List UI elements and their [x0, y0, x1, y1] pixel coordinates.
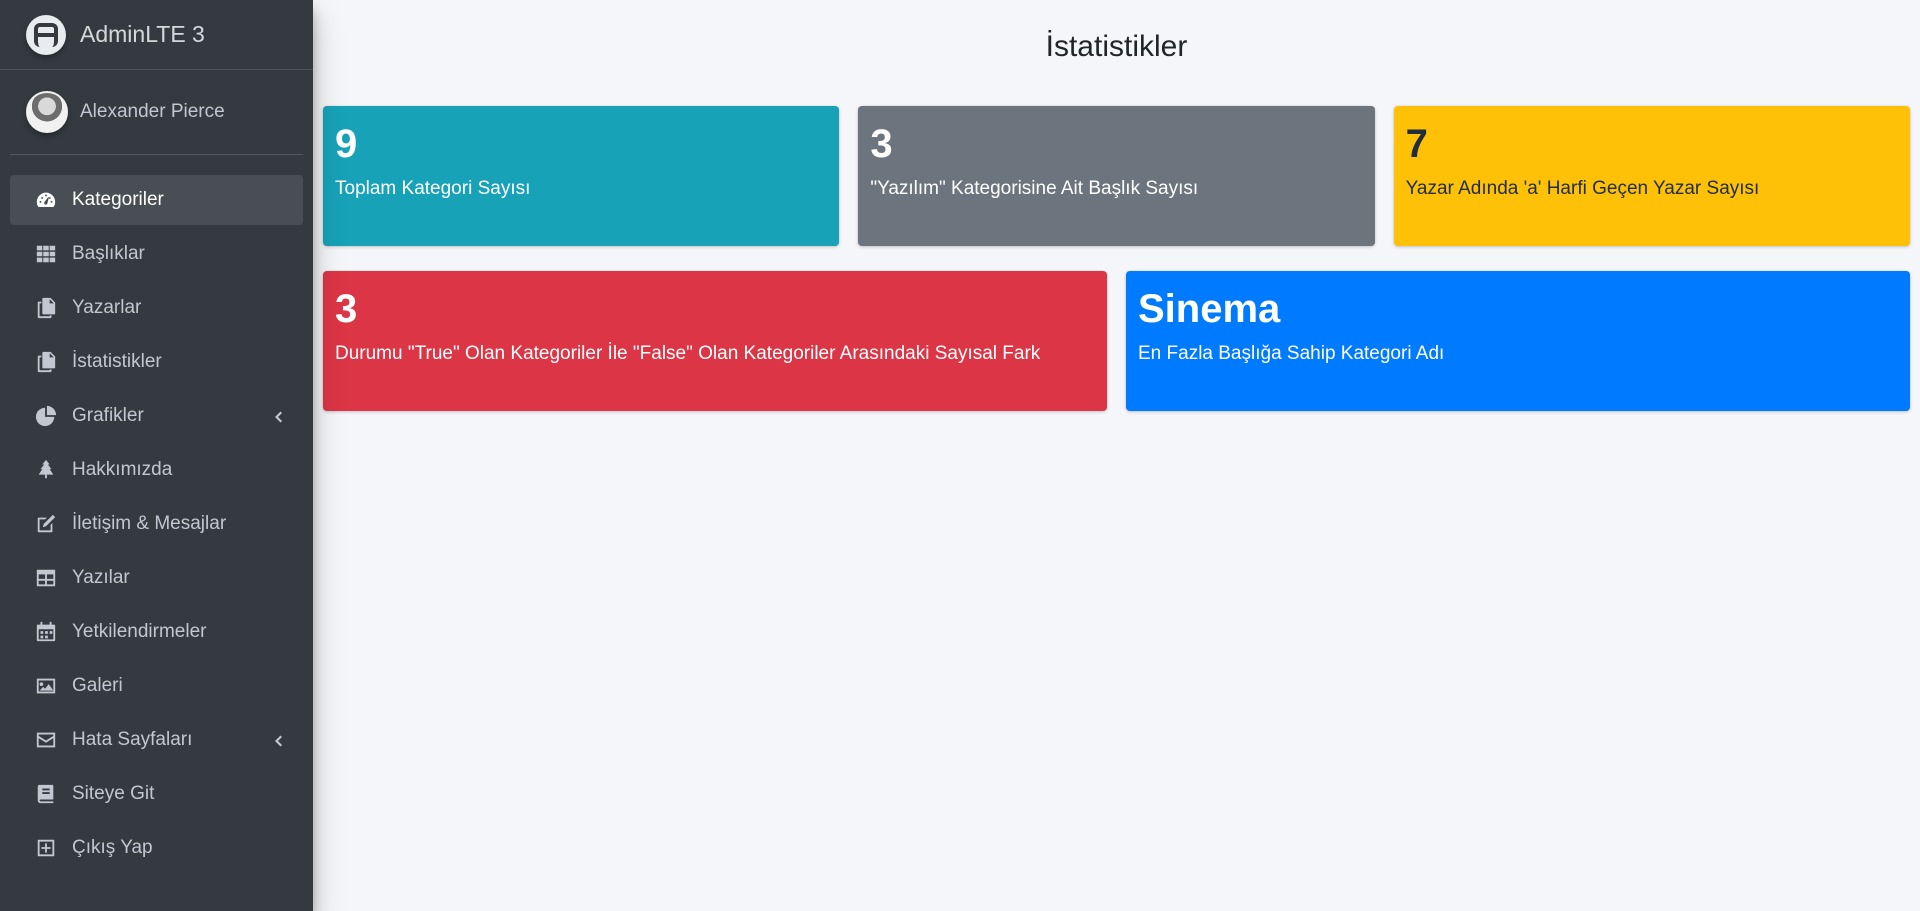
sidebar-item-label: Başlıklar: [72, 243, 145, 264]
sidebar-item-label: Hakkımızda: [72, 459, 173, 480]
stats-row: 3 Durumu "True" Olan Kategoriler İle "Fa…: [323, 271, 1910, 411]
adminlte-logo-icon: [26, 14, 66, 55]
stat-label: Toplam Kategori Sayısı: [335, 178, 531, 199]
stat-box-kategori-sayisi: 9 Toplam Kategori Sayısı: [323, 106, 840, 246]
page-title: İstatistikler: [1045, 30, 1188, 63]
sidebar-item-istatistikler[interactable]: İstatistikler: [10, 337, 303, 387]
sidebar-item-label: Yetkilendirmeler: [72, 621, 207, 642]
stat-box-durum-farki: 3 Durumu "True" Olan Kategoriler İle "Fa…: [323, 271, 1107, 411]
avatar: [26, 91, 68, 133]
stat-box-yazilim-baslik-sayisi: 3 "Yazılım" Kategorisine Ait Başlık Sayı…: [858, 106, 1375, 246]
envelope-icon: [34, 728, 58, 752]
user-panel: Alexander Pierce: [10, 70, 303, 155]
sidebar-item-label: Yazılar: [72, 567, 130, 588]
calendar-icon: [34, 620, 58, 644]
chevron-left-icon: [271, 732, 285, 747]
sidebar: AdminLTE 3 Alexander Pierce Kategoriler …: [0, 0, 313, 911]
copy-icon: [34, 296, 58, 320]
stat-value: 7: [1405, 122, 1428, 166]
stat-label: Durumu "True" Olan Kategoriler İle "Fals…: [335, 343, 1041, 364]
image-icon: [34, 674, 58, 698]
stat-box-en-fazla-baslik: Sinema En Fazla Başlığa Sahip Kategori A…: [1126, 271, 1910, 411]
stat-value: 3: [335, 287, 358, 331]
stat-label: Yazar Adında 'a' Harfi Geçen Yazar Sayıs…: [1405, 178, 1760, 199]
sidebar-item-label: Çıkış Yap: [72, 837, 153, 858]
grid-icon: [34, 242, 58, 266]
sidebar-nav: Kategoriler Başlıklar Yazarlar İstatisti…: [0, 155, 313, 873]
copy-icon: [34, 350, 58, 374]
sidebar-item-grafikler[interactable]: Grafikler: [10, 391, 303, 441]
sidebar-item-label: Kategoriler: [72, 189, 164, 210]
gauge-icon: [34, 188, 58, 212]
sidebar-item-yetkilendirmeler[interactable]: Yetkilendirmeler: [10, 607, 303, 657]
tree-icon: [34, 458, 58, 482]
sidebar-item-label: Galeri: [72, 675, 123, 696]
sidebar-item-label: Yazarlar: [72, 297, 142, 318]
sidebar-item-cikis-yap[interactable]: Çıkış Yap: [10, 823, 303, 873]
stat-value: 9: [335, 122, 358, 166]
sidebar-item-label: İstatistikler: [72, 351, 162, 372]
table-icon: [34, 566, 58, 590]
chevron-left-icon: [271, 408, 285, 423]
sidebar-item-yazilar[interactable]: Yazılar: [10, 553, 303, 603]
brand-name: AdminLTE 3: [80, 21, 205, 47]
sidebar-item-siteye-git[interactable]: Siteye Git: [10, 769, 303, 819]
stat-box-yazar-sayisi: 7 Yazar Adında 'a' Harfi Geçen Yazar Say…: [1393, 106, 1910, 246]
stat-label: En Fazla Başlığa Sahip Kategori Adı: [1138, 343, 1445, 364]
stat-label: "Yazılım" Kategorisine Ait Başlık Sayısı: [870, 178, 1199, 199]
user-name-link[interactable]: Alexander Pierce: [80, 101, 225, 123]
sidebar-item-label: Hata Sayfaları: [72, 729, 193, 750]
pie-chart-icon: [34, 404, 58, 428]
sidebar-item-label: Siteye Git: [72, 783, 155, 804]
sidebar-item-label: İletişim & Mesajlar: [72, 513, 227, 534]
sidebar-item-yazarlar[interactable]: Yazarlar: [10, 283, 303, 333]
stat-value: Sinema: [1138, 287, 1281, 331]
sidebar-item-galeri[interactable]: Galeri: [10, 661, 303, 711]
sidebar-item-hakkimizda[interactable]: Hakkımızda: [10, 445, 303, 495]
plus-square-icon: [34, 836, 58, 860]
sidebar-item-iletisim-mesajlar[interactable]: İletişim & Mesajlar: [10, 499, 303, 549]
sidebar-item-kategoriler[interactable]: Kategoriler: [10, 175, 303, 225]
sidebar-item-basliklar[interactable]: Başlıklar: [10, 229, 303, 279]
edit-icon: [34, 512, 58, 536]
book-icon: [34, 782, 58, 806]
stats-row: 9 Toplam Kategori Sayısı 3 "Yazılım" Kat…: [323, 106, 1910, 246]
sidebar-item-hata-sayfalari[interactable]: Hata Sayfaları: [10, 715, 303, 765]
brand-link[interactable]: AdminLTE 3: [0, 0, 313, 70]
stat-value: 3: [870, 122, 893, 166]
main-content: İstatistikler 9 Toplam Kategori Sayısı 3…: [313, 0, 1920, 911]
sidebar-item-label: Grafikler: [72, 405, 144, 426]
